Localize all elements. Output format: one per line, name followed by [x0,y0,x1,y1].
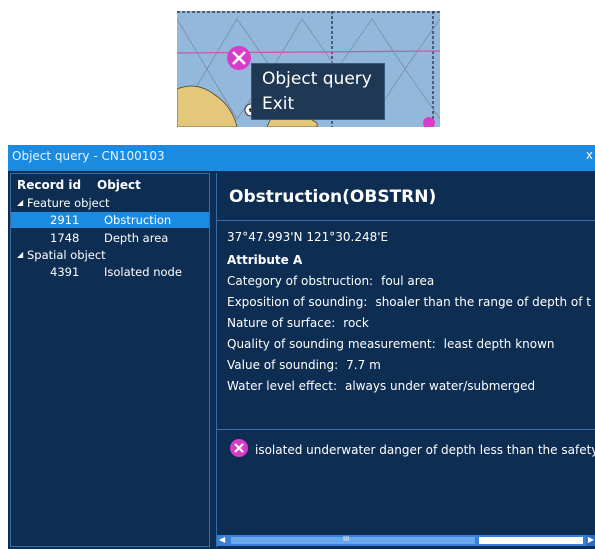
symbol-description: isolated underwater danger of depth less… [255,443,595,457]
column-header-object[interactable]: Object [97,178,141,192]
object-name: Depth area [104,231,169,245]
menu-item-object-query[interactable]: Object query [262,68,372,90]
tree-group-label: Spatial object [27,248,106,262]
expand-triangle-icon[interactable]: ◢ [17,198,23,207]
tree-row-depth-area[interactable]: 1748 Depth area [11,230,209,246]
record-id: 1748 [50,231,80,245]
attribute-row: Quality of sounding measurement: least de… [227,337,555,351]
detail-title: Obstruction(OBSTRN) [229,187,437,207]
scroll-right-icon[interactable]: ▶ [586,535,595,546]
attribute-label: Water level effect: [227,379,338,393]
attribute-value: shoaler than the range of depth of t [375,295,591,309]
attribute-label: Value of sounding: [227,358,339,372]
attribute-row: Value of sounding: 7.7 m [227,358,381,372]
object-detail-panel: Obstruction(OBSTRN) 37°47.993'N 121°30.2… [216,173,595,547]
tree-group-spatial-object[interactable]: ◢ Spatial object [11,247,209,263]
record-id: 4391 [50,265,80,279]
attribute-value: always under water/submerged [345,379,536,393]
attribute-row: Nature of surface: rock [227,316,369,330]
scrollbar-track[interactable] [479,537,583,544]
close-button[interactable]: x [586,148,593,162]
attribute-value: rock [343,316,369,330]
coordinates: 37°47.993'N 121°30.248'E [227,230,389,244]
danger-symbol-icon [230,439,248,457]
scrollbar-grip: III [343,535,350,543]
dialog-titlebar[interactable]: Object query - CN100103 x [8,145,595,171]
object-name: Isolated node [104,265,182,279]
tree-group-label: Feature object [27,196,110,210]
tree-row-isolated-node[interactable]: 4391 Isolated node [11,264,209,280]
attribute-label: Nature of surface: [227,316,336,330]
attribute-value: least depth known [443,337,555,351]
attribute-label: Quality of sounding measurement: [227,337,436,351]
attribute-value: 7.7 m [346,358,381,372]
horizontal-scrollbar[interactable]: ◀ III ▶ [217,535,595,546]
tree-row-obstruction[interactable]: 2911 Obstruction [11,212,209,228]
tree-group-feature-object[interactable]: ◢ Feature object [11,195,209,211]
dialog-title: Object query - CN100103 [12,149,165,163]
column-header-record-id[interactable]: Record id [17,178,81,192]
record-id: 2911 [50,213,80,227]
scroll-left-icon[interactable]: ◀ [219,535,225,544]
attribute-label: Category of obstruction: [227,274,374,288]
object-tree-panel: Record id Object ◢ Feature object 2911 O… [10,173,210,547]
attribute-row: Water level effect: always under water/su… [227,379,535,393]
attribute-row: Exposition of sounding: shoaler than the … [227,295,591,309]
context-menu: Object query Exit [251,63,385,120]
object-query-dialog: Object query - CN100103 x Record id Obje… [8,145,595,549]
attribute-value: foul area [381,274,435,288]
divider [217,220,595,221]
object-name: Obstruction [104,213,172,227]
divider [217,429,595,430]
scrollbar-thumb[interactable]: III [231,535,475,544]
menu-item-exit[interactable]: Exit [262,93,294,115]
attribute-row: Category of obstruction: foul area [227,274,434,288]
attribute-label: Exposition of sounding: [227,295,368,309]
attribute-heading: Attribute A [227,253,303,267]
expand-triangle-icon[interactable]: ◢ [17,250,23,259]
